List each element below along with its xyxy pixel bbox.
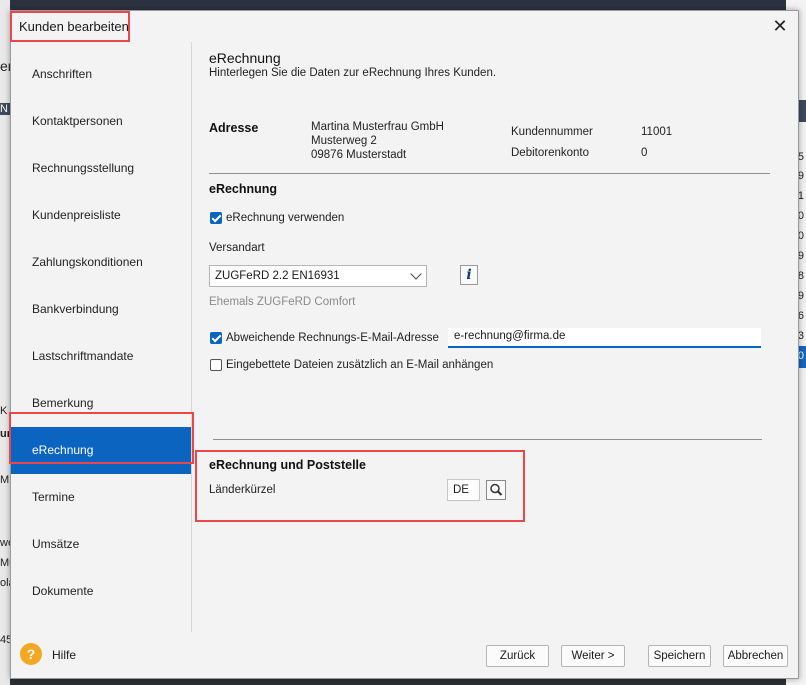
edit-customer-dialog: Kunden bearbeiten ✕ Anschriften Kontaktp… [10,10,799,679]
versandart-label: Versandart [209,242,265,254]
sidebar-item-anschriften[interactable]: Anschriften [11,51,191,98]
customer-number-value: 11001 [641,126,673,138]
address-line: 09876 Musterstadt [311,149,407,161]
help-icon[interactable]: ? [20,643,42,665]
page-subtitle: Hinterlegen Sie die Daten zur eRechnung … [209,67,497,79]
country-code-input[interactable]: DE [447,479,480,501]
alt-email-checkbox[interactable] [210,332,222,344]
alt-email-input[interactable]: e-rechnung@firma.de [448,328,761,348]
help-link[interactable]: Hilfe [52,648,76,662]
erechnung-panel: eRechnung Hinterlegen Sie die Daten zur … [192,42,798,632]
sidebar-item-kontaktpersonen[interactable]: Kontaktpersonen [11,98,191,145]
versandart-hint: Ehemals ZUGFeRD Comfort [209,296,356,308]
bg-left-text: N [0,103,10,115]
background-app-toolbar [0,0,806,10]
address-label: Adresse [209,121,259,135]
sidebar-item-zahlungskonditionen[interactable]: Zahlungskonditionen [11,239,191,286]
dialog-titlebar: Kunden bearbeiten ✕ [11,11,798,41]
address-line: Musterweg 2 [311,135,377,147]
embedded-files-label[interactable]: Eingebettete Dateien zusätzlich an E-Mai… [226,359,493,371]
embedded-files-checkbox[interactable] [210,359,222,371]
erechnung-section-title: eRechnung [209,182,278,196]
search-icon[interactable] [486,480,506,500]
use-erechnung-label[interactable]: eRechnung verwenden [226,212,344,224]
dialog-footer: ? Hilfe Zurück Weiter > Speichern Abbrec… [11,632,798,678]
versandart-value: ZUGFeRD 2.2 EN16931 [215,270,340,282]
debtor-account-label: Debitorenkonto [511,147,589,159]
versandart-select[interactable]: ZUGFeRD 2.2 EN16931 [209,265,427,287]
customer-number-label: Kundennummer [511,126,593,138]
sidebar-item-termine[interactable]: Termine [11,474,191,521]
poststelle-section-title: eRechnung und Poststelle [209,458,366,472]
next-button[interactable]: Weiter > [561,645,625,667]
chevron-down-icon [410,268,422,280]
page-title: eRechnung [209,50,281,66]
bg-left-text: K [0,405,8,417]
debtor-account-value: 0 [641,147,648,159]
sidebar-item-erechnung[interactable]: eRechnung [11,427,191,474]
sidebar-item-kundenpreisliste[interactable]: Kundenpreisliste [11,192,191,239]
sidebar-item-bemerkung[interactable]: Bemerkung [11,380,191,427]
save-button[interactable]: Speichern [648,645,711,667]
sidebar-item-rechnungsstellung[interactable]: Rechnungsstellung [11,145,191,192]
cancel-button[interactable]: Abbrechen [723,645,788,667]
sidebar-item-dokumente[interactable]: Dokumente [11,568,191,615]
dialog-title: Kunden bearbeiten [19,19,129,34]
alt-email-label[interactable]: Abweichende Rechnungs-E-Mail-Adresse [226,332,439,344]
background-app-left: er N K un M we Mu ola 45 [0,0,15,685]
country-code-label: Länderkürzel [209,484,276,496]
bg-left-text: M [0,474,10,486]
divider [209,173,770,174]
sidebar-nav: Anschriften Kontaktpersonen Rechnungsste… [11,42,192,632]
sidebar-item-bankverbindung[interactable]: Bankverbindung [11,286,191,333]
divider [213,439,762,440]
address-line: Martina Musterfrau GmbH [311,121,444,133]
sidebar-item-lastschriftmandate[interactable]: Lastschriftmandate [11,333,191,380]
close-icon[interactable]: ✕ [768,14,792,38]
info-icon[interactable]: i [460,265,478,285]
back-button[interactable]: Zurück [486,645,549,667]
use-erechnung-checkbox[interactable] [210,212,222,224]
sidebar-item-umsaetze[interactable]: Umsätze [11,521,191,568]
